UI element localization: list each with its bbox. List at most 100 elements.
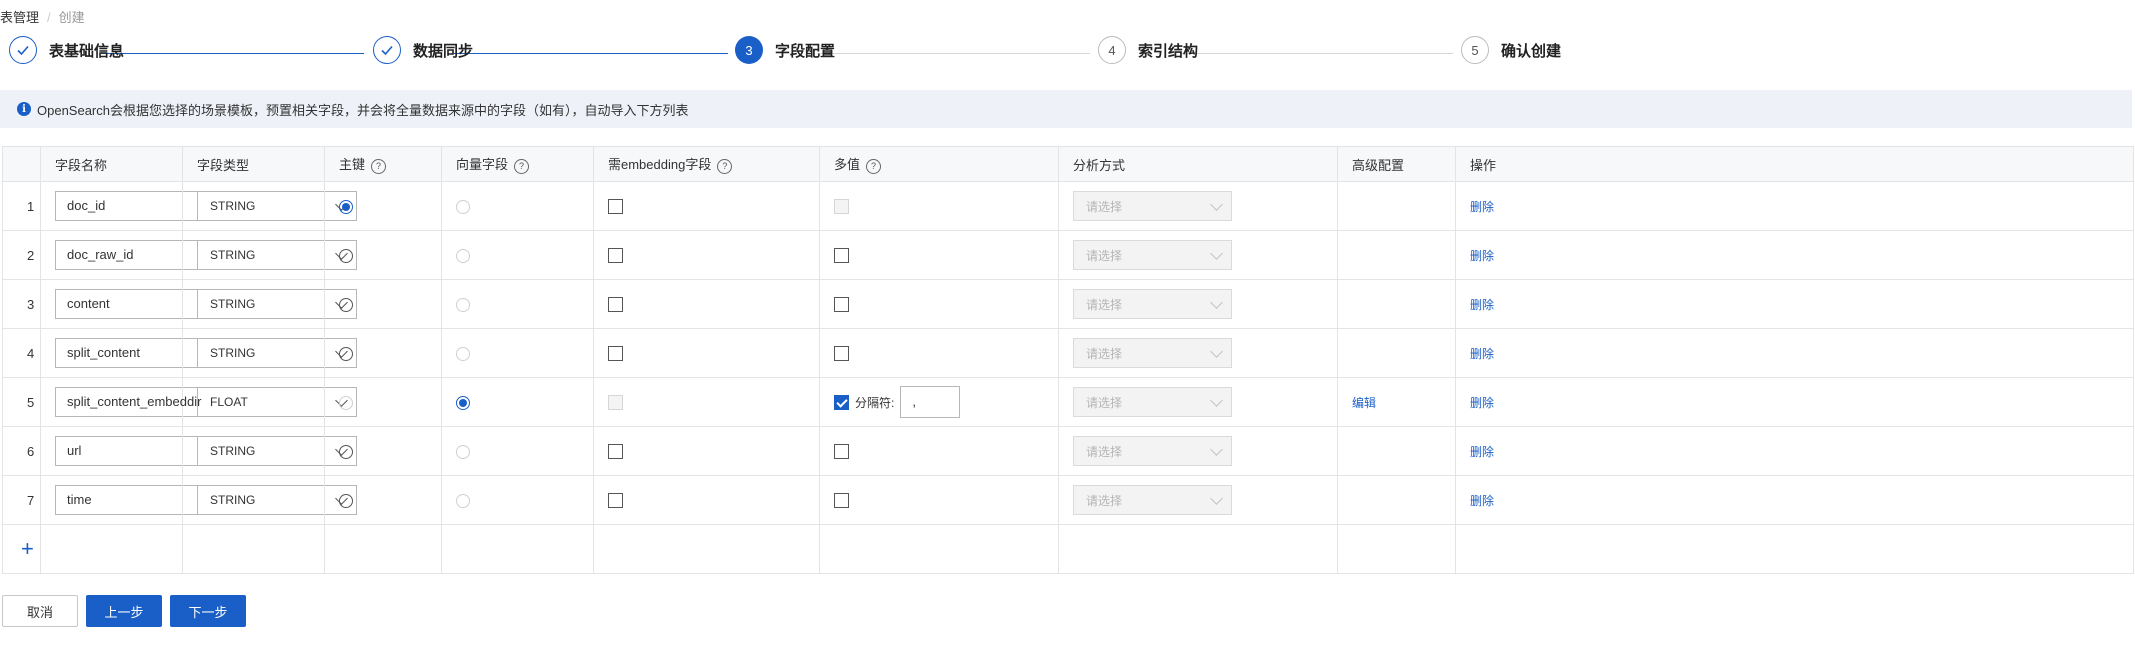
primary-key-cell [324, 475, 442, 525]
multi-value-checkbox[interactable] [834, 297, 849, 313]
advanced-cell [1337, 426, 1456, 476]
delete-link[interactable]: 删除 [1470, 200, 1494, 214]
embedding-checkbox[interactable] [608, 297, 623, 313]
step-connector-4 [1180, 53, 1453, 54]
question-circle-icon[interactable]: ? [371, 158, 387, 174]
steps-bar: 表基础信息 数据同步 3 字段配置 4 索引结构 5 确认创建 [0, 36, 2135, 72]
breadcrumb-parent[interactable]: 表管理 [0, 10, 39, 25]
field-name-cell: time [40, 475, 215, 525]
embedding-checkbox[interactable] [608, 199, 623, 215]
step-data-sync[interactable]: 数据同步 [373, 36, 473, 64]
prev-step-button[interactable]: 上一步 [86, 595, 162, 627]
primary-key-radio[interactable] [339, 444, 353, 459]
advanced-cell [1337, 279, 1456, 329]
delete-link[interactable]: 删除 [1470, 494, 1494, 508]
embedding-checkbox[interactable] [608, 444, 623, 460]
vector-field-radio[interactable] [456, 395, 470, 410]
info-text: OpenSearch会根据您选择的场景模板，预置相关字段，并会将全量数据来源中的… [37, 102, 689, 118]
multi-value-cell [819, 279, 1059, 329]
header-field-name: 字段名称 [40, 146, 183, 182]
header-label: 多值 [834, 157, 861, 173]
multi-value-checkbox[interactable] [834, 248, 849, 264]
header-label: 主键 [339, 157, 366, 173]
embedding-checkbox[interactable] [608, 493, 623, 509]
delete-link[interactable]: 删除 [1470, 298, 1494, 312]
delete-link[interactable]: 删除 [1470, 249, 1494, 263]
field-type-cell: STRING [182, 426, 357, 476]
embedding-checkbox[interactable] [608, 248, 623, 264]
question-circle-icon[interactable]: ? [514, 158, 530, 174]
action-cell: 删除 [1455, 328, 2134, 378]
chevron-down-icon [1210, 491, 1223, 505]
primary-key-radio[interactable] [339, 199, 353, 214]
row-index: 7 [2, 475, 41, 525]
embedding-checkbox [608, 395, 623, 411]
primary-key-radio [339, 395, 353, 410]
question-circle-icon[interactable]: ? [717, 158, 733, 174]
edit-link[interactable]: 编辑 [1352, 396, 1376, 410]
multi-value-checkbox[interactable] [834, 394, 849, 410]
info-icon: i [17, 102, 31, 116]
separator-label: 分隔符: [855, 395, 895, 410]
analyzer-select: 请选择 [1073, 191, 1232, 221]
analyzer-cell: 请选择 [1058, 181, 1338, 231]
multi-value-checkbox[interactable] [834, 346, 849, 362]
chevron-down-icon [1210, 393, 1223, 407]
header-action: 操作 [1455, 146, 2134, 182]
next-step-button[interactable]: 下一步 [170, 595, 246, 627]
vector-field-cell [441, 475, 594, 525]
separator-input[interactable]: , [900, 386, 961, 418]
table-row: 5 split_content_embeddir FLOAT 分隔符:, 请选择 编辑 删除 [2, 377, 2134, 427]
step-basic-info[interactable]: 表基础信息 [9, 36, 124, 64]
multi-value-checkbox[interactable] [834, 444, 849, 460]
delete-link[interactable]: 删除 [1470, 347, 1494, 361]
table-row: 7 time STRING 请选择 删除 [2, 475, 2134, 525]
step-connector-1 [101, 53, 364, 54]
step-confirm-create[interactable]: 5 确认创建 [1461, 36, 1561, 64]
primary-key-radio[interactable] [339, 493, 353, 508]
primary-key-radio[interactable] [339, 248, 353, 263]
embedding-cell [593, 230, 820, 280]
action-cell: 删除 [1455, 377, 2134, 427]
step-index-structure[interactable]: 4 索引结构 [1098, 36, 1198, 64]
row-index: 1 [2, 181, 41, 231]
step-label: 表基础信息 [49, 42, 125, 60]
delete-link[interactable]: 删除 [1470, 445, 1494, 459]
field-name-cell: split_content_embeddir [40, 377, 215, 427]
header-multi-value: 多值? [819, 146, 1059, 182]
embedding-cell [593, 181, 820, 231]
analyzer-select: 请选择 [1073, 289, 1232, 319]
field-type-cell: STRING [182, 279, 357, 329]
row-index: 2 [2, 230, 41, 280]
analyzer-cell: 请选择 [1058, 426, 1338, 476]
primary-key-radio[interactable] [339, 297, 353, 312]
step-field-config[interactable]: 3 字段配置 [735, 36, 835, 64]
advanced-cell [1337, 328, 1456, 378]
field-type-cell: FLOAT [182, 377, 357, 427]
header-index [2, 146, 41, 182]
header-embedding-field: 需embedding字段? [593, 146, 820, 182]
vector-field-cell [441, 181, 594, 231]
field-name-input[interactable]: split_content_embeddir [55, 387, 215, 417]
cancel-button[interactable]: 取消 [2, 595, 78, 627]
multi-value-group: 分隔符:, [834, 386, 1058, 418]
delete-link[interactable]: 删除 [1470, 396, 1494, 410]
breadcrumb-separator: / [47, 10, 51, 25]
table-row: 3 content STRING 请选择 删除 [2, 279, 2134, 329]
field-type-value: STRING [210, 346, 256, 360]
breadcrumb-current: 创建 [58, 10, 85, 25]
question-circle-icon[interactable]: ? [866, 158, 882, 174]
action-cell: 删除 [1455, 475, 2134, 525]
analyzer-placeholder: 请选择 [1086, 346, 1123, 361]
chevron-down-icon [1210, 344, 1223, 358]
action-cell: 删除 [1455, 181, 2134, 231]
action-cell: 删除 [1455, 230, 2134, 280]
breadcrumb: 表管理 / 创建 [0, 7, 85, 26]
plus-icon[interactable]: + [3, 536, 34, 561]
fields-table: 字段名称 字段类型 主键? 向量字段? 需embedding字段? 多值? 分析… [2, 146, 2134, 574]
embedding-checkbox[interactable] [608, 346, 623, 362]
header-label: 需embedding字段 [608, 157, 712, 173]
advanced-cell: 编辑 [1337, 377, 1456, 427]
multi-value-checkbox[interactable] [834, 493, 849, 509]
primary-key-radio[interactable] [339, 346, 353, 361]
